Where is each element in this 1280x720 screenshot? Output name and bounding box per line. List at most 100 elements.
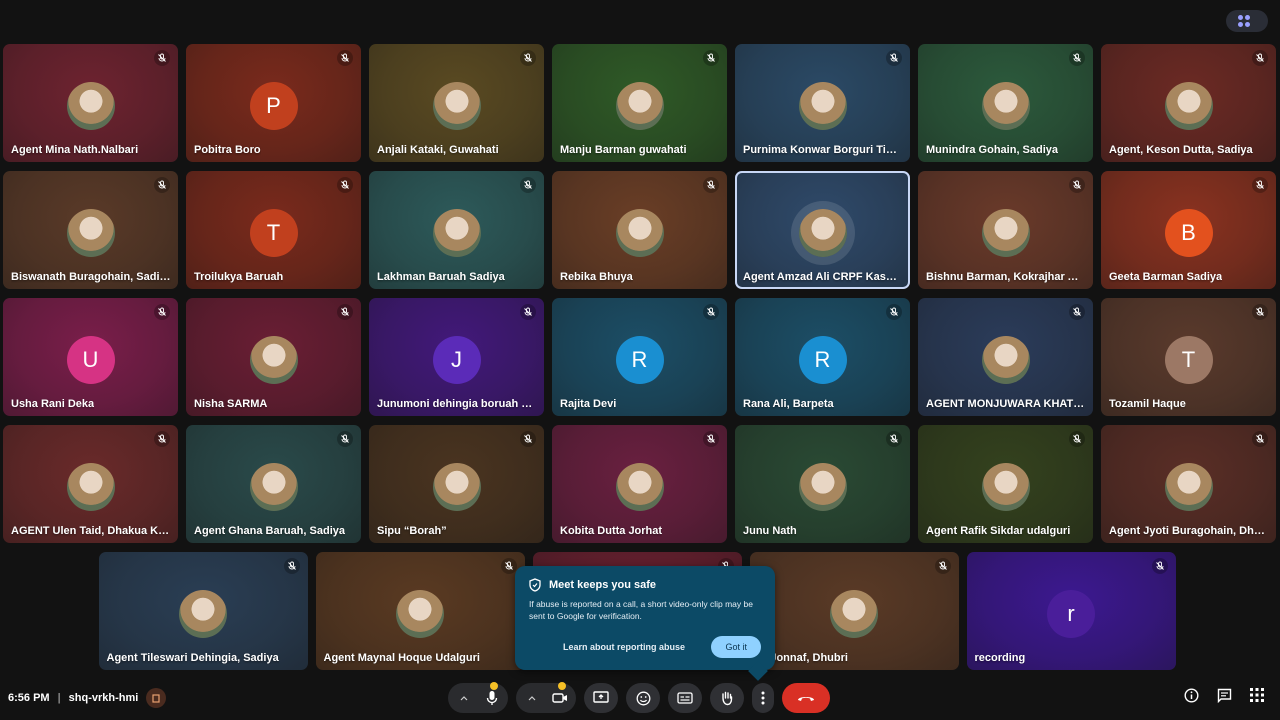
avatar (396, 590, 444, 638)
mic-group (448, 682, 508, 713)
camera-icon[interactable] (550, 682, 570, 713)
avatar (615, 209, 664, 257)
participant-tile[interactable]: T Tozamil Haque (1101, 298, 1276, 416)
participant-tile[interactable]: Kobita Dutta Jorhat (552, 425, 727, 543)
mic-off-icon (1069, 177, 1085, 193)
activities-icon[interactable] (1250, 688, 1264, 708)
captions-icon[interactable] (668, 683, 702, 713)
info-icon[interactable] (1184, 688, 1199, 708)
mic-off-icon (1069, 431, 1085, 447)
participant-tile[interactable]: Anjali Kataki, Guwahati (369, 44, 544, 162)
emoji-icon[interactable] (626, 683, 660, 713)
participant-tile[interactable]: Agent Rafik Sikdar udalguri (918, 425, 1093, 543)
participant-name: Agent Jyoti Buragohain, Dhe… (1109, 525, 1269, 537)
meeting-code[interactable]: shq-vrkh-hmi (69, 692, 139, 704)
participant-name: Sipu “Borah” (377, 525, 447, 537)
participant-name: Tozamil Haque (1109, 398, 1186, 410)
participant-tile[interactable]: Munindra Gohain, Sadiya (918, 44, 1093, 162)
participant-tile[interactable]: r recording (966, 552, 1176, 670)
participant-name: Agent Rafik Sikdar udalguri (926, 525, 1071, 537)
participant-tile[interactable]: J Junumoni dehingia boruah J… (369, 298, 544, 416)
participant-tile[interactable]: AGENT MONJUWARA KHAT… (918, 298, 1093, 416)
people-icon[interactable] (146, 688, 167, 708)
avatar: U (66, 336, 115, 384)
mic-off-icon (1252, 177, 1268, 193)
participant-name: Biswanath Buragohain, Sadiya (11, 271, 171, 283)
camera-options-chevron-icon[interactable] (522, 683, 542, 713)
avatar (1164, 463, 1213, 511)
participant-name: Pobitra Boro (194, 144, 261, 156)
end-call-icon[interactable] (782, 683, 830, 713)
participant-tile[interactable]: U Usha Rani Deka (3, 298, 178, 416)
raise-hand-icon[interactable] (710, 683, 744, 713)
avatar: r (1047, 590, 1095, 638)
avatar: T (249, 209, 298, 257)
present-icon[interactable] (584, 683, 618, 713)
participant-tile[interactable]: R Rajita Devi (552, 298, 727, 416)
participant-tile[interactable]: Sipu “Borah” (369, 425, 544, 543)
participant-tile[interactable]: Manju Barman guwahati (552, 44, 727, 162)
avatar (981, 463, 1030, 511)
participant-name: Troilukya Baruah (194, 271, 284, 283)
more-vert-icon[interactable] (752, 683, 774, 713)
mic-options-chevron-icon[interactable] (454, 683, 474, 713)
popup-title-text: Meet keeps you safe (549, 579, 656, 591)
participant-tile[interactable]: Agent Mina Nath.Nalbari (3, 44, 178, 162)
participant-tile[interactable]: ul Jonnaf, Dhubri (749, 552, 959, 670)
got-it-button[interactable]: Got it (711, 636, 761, 658)
participant-tile[interactable]: Nisha SARMA (186, 298, 361, 416)
participant-name: Rebika Bhuya (560, 271, 633, 283)
avatar (798, 463, 847, 511)
participant-tile[interactable]: Agent, Keson Dutta, Sadiya (1101, 44, 1276, 162)
participant-row: U Usha Rani Deka Nisha SARMA J Junumoni dehi… (3, 298, 1276, 416)
mic-off-icon (520, 431, 536, 447)
avatar: R (798, 336, 847, 384)
avatar (981, 209, 1030, 257)
participant-tile[interactable]: Agent Ghana Baruah, Sadiya (186, 425, 361, 543)
participant-tile[interactable]: Rebika Bhuya (552, 171, 727, 289)
participant-tile[interactable]: T Troilukya Baruah (186, 171, 361, 289)
avatar (615, 82, 664, 130)
avatar (249, 463, 298, 511)
mic-off-icon (1252, 50, 1268, 66)
avatar (66, 463, 115, 511)
participant-tile[interactable]: AGENT Ulen Taid, Dhakua Kh… (3, 425, 178, 543)
avatar (798, 82, 847, 130)
mic-off-icon (703, 50, 719, 66)
participant-tile[interactable]: Biswanath Buragohain, Sadiya (3, 171, 178, 289)
participant-tile[interactable]: Lakhman Baruah Sadiya (369, 171, 544, 289)
right-controls (1184, 688, 1264, 708)
participants-badge[interactable] (1226, 10, 1268, 32)
mic-off-icon (886, 304, 902, 320)
participant-tile[interactable]: Junu Nath (735, 425, 910, 543)
participant-name: Usha Rani Deka (11, 398, 95, 410)
participant-name: Agent Tileswari Dehingia, Sadiya (106, 652, 279, 664)
mic-off-icon (337, 431, 353, 447)
mic-icon[interactable] (482, 682, 502, 713)
avatar: R (615, 336, 664, 384)
participant-name: recording (974, 652, 1026, 664)
learn-reporting-link[interactable]: Learn about reporting abuse (563, 642, 685, 652)
participant-tile[interactable]: Agent Jyoti Buragohain, Dhe… (1101, 425, 1276, 543)
participant-row: Biswanath Buragohain, Sadiya T Troilukya B… (3, 171, 1276, 289)
mic-off-icon (520, 177, 536, 193)
mic-off-icon (283, 558, 300, 574)
chat-icon[interactable] (1217, 688, 1232, 708)
avatar (432, 209, 481, 257)
mic-off-icon (154, 50, 170, 66)
participant-tile[interactable]: P Pobitra Boro (186, 44, 361, 162)
avatar: B (1164, 209, 1213, 257)
participant-name: Rajita Devi (560, 398, 617, 410)
participant-tile[interactable]: Agent Maynal Hoque Udalguri (315, 552, 525, 670)
mic-off-icon (886, 431, 902, 447)
participant-tile[interactable]: Agent Tileswari Dehingia, Sadiya (98, 552, 308, 670)
participant-tile[interactable]: R Rana Ali, Barpeta (735, 298, 910, 416)
popup-body: If abuse is reported on a call, a short … (529, 599, 753, 621)
participant-tile[interactable]: Agent Amzad Ali CRPF Kash… (735, 171, 910, 289)
mic-off-icon (1252, 304, 1268, 320)
participant-tile[interactable]: Purnima Konwar Borguri Tins… (735, 44, 910, 162)
popup-title: Meet keeps you safe (529, 578, 761, 592)
participant-tile[interactable]: B Geeta Barman Sadiya (1101, 171, 1276, 289)
participant-tile[interactable]: Bishnu Barman, Kokrajhar As… (918, 171, 1093, 289)
avatar: P (249, 82, 298, 130)
